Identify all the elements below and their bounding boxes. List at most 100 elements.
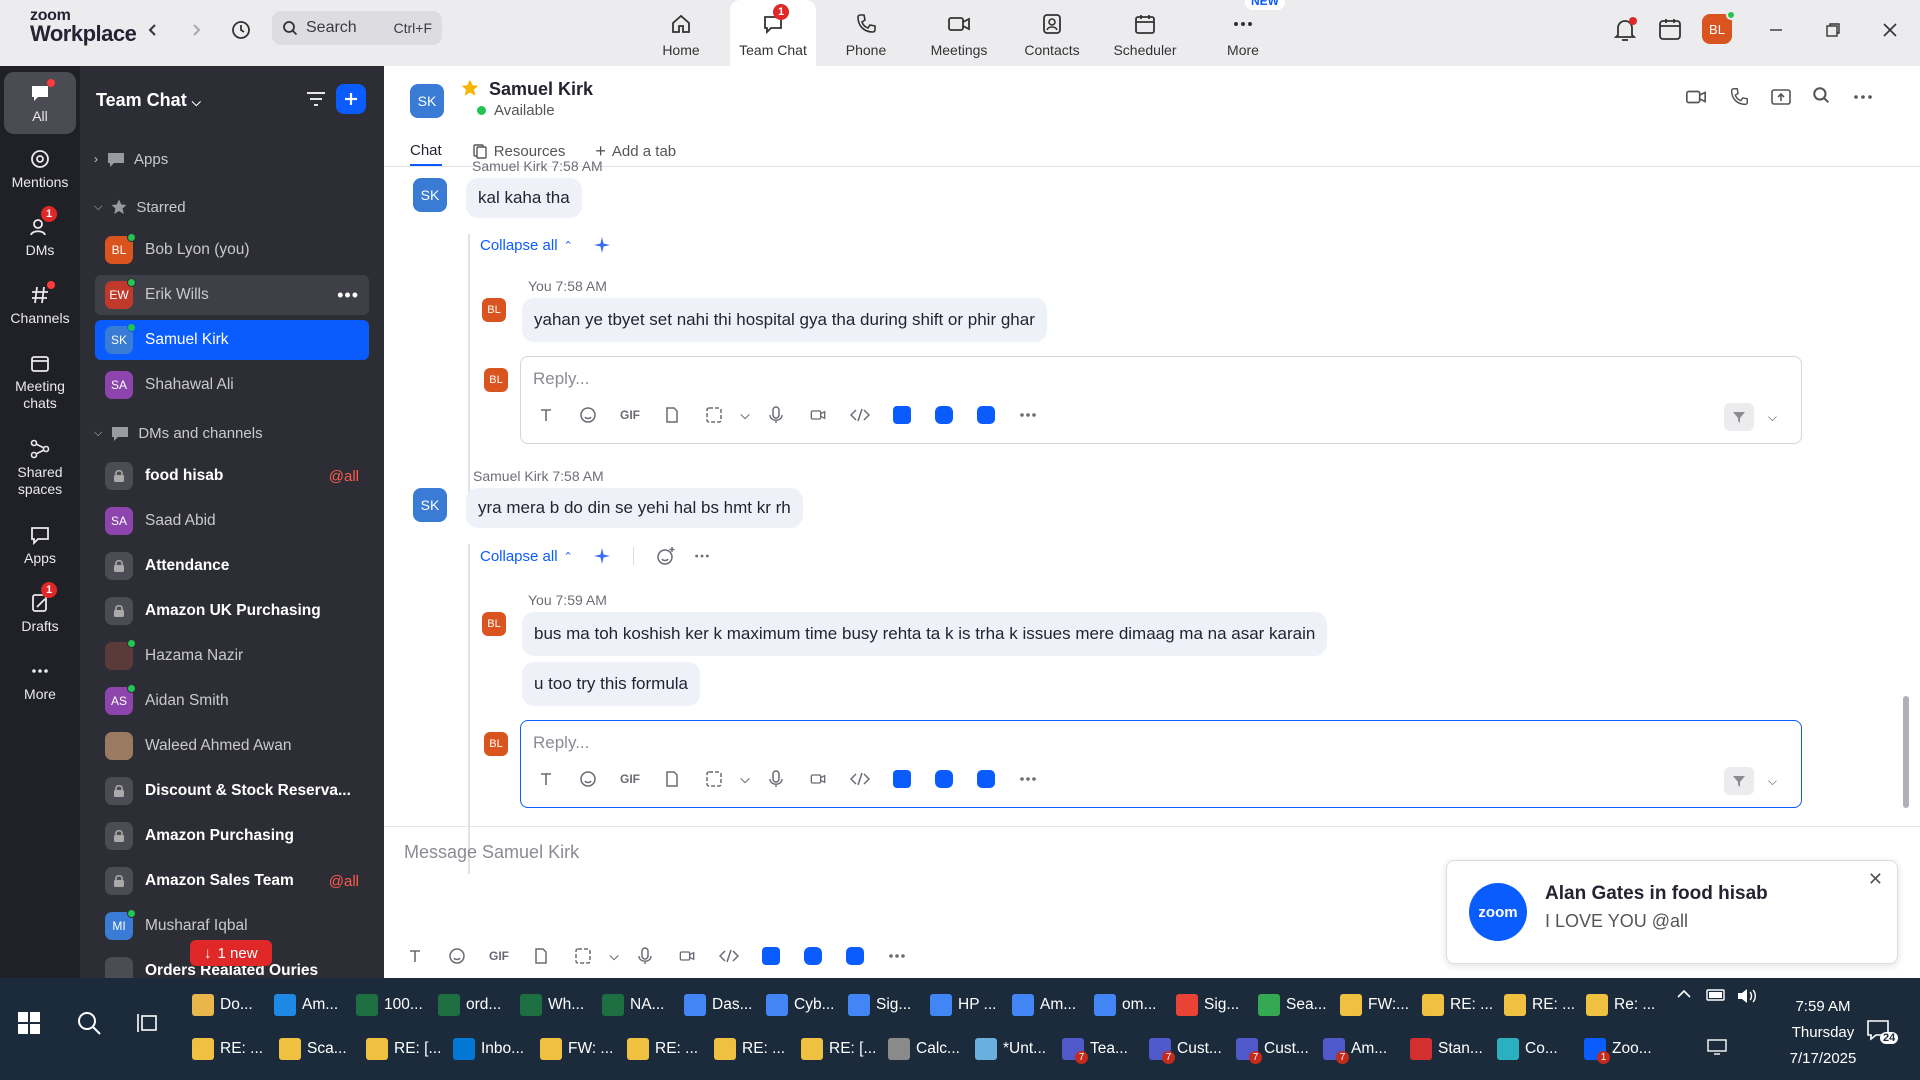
format-text-icon[interactable]: [525, 765, 567, 793]
taskbar-app-button[interactable]: 7 Tea...: [1062, 1032, 1128, 1066]
nav-tab-more[interactable]: NEW More: [1200, 0, 1286, 66]
format-text-icon[interactable]: [394, 942, 436, 970]
sidebar-item-amazon-purchasing[interactable]: Amazon Purchasing: [95, 816, 369, 856]
taskbar-app-button[interactable]: Am...: [1012, 988, 1076, 1022]
history-icon[interactable]: [228, 17, 254, 43]
nav-tab-team-chat[interactable]: 1 Team Chat: [730, 0, 816, 66]
taskbar-app-button[interactable]: Stan...: [1410, 1032, 1483, 1066]
taskbar-app-button[interactable]: FW:...: [1340, 988, 1409, 1022]
sidebar-item-shahawal-ali[interactable]: SA Shahawal Ali: [95, 365, 369, 405]
taskbar-app-button[interactable]: NA...: [602, 988, 664, 1022]
app-icon-1[interactable]: [881, 401, 923, 429]
thread-reply-input-active[interactable]: Reply... GIF ⌵ ⌵: [520, 720, 1802, 808]
send-button[interactable]: [1723, 767, 1754, 795]
taskbar-app-button[interactable]: Re: ...: [1586, 988, 1655, 1022]
sidebar-item-bob-lyon[interactable]: BL Bob Lyon (you): [95, 230, 369, 270]
taskbar-app-button[interactable]: 1 Zoo...: [1584, 1032, 1652, 1066]
rail-mentions[interactable]: Mentions: [4, 148, 76, 191]
contact-avatar[interactable]: SK: [410, 84, 444, 118]
volume-icon[interactable]: [1736, 988, 1758, 1004]
sidebar-item-amazon-sales-team[interactable]: Amazon Sales Team @all: [95, 861, 369, 901]
taskbar-app-button[interactable]: 7 Cust...: [1149, 1032, 1222, 1066]
contact-name[interactable]: Samuel Kirk: [489, 79, 593, 100]
more-options-icon[interactable]: •••: [337, 285, 359, 306]
screenshot-icon[interactable]: [693, 401, 735, 429]
profile-avatar[interactable]: BL: [1702, 10, 1736, 44]
reply-bubble[interactable]: yahan ye tbyet set nahi thi hospital gya…: [522, 298, 1047, 342]
search-chat-icon[interactable]: [1812, 86, 1830, 104]
more-tools-icon[interactable]: [1007, 765, 1049, 793]
chevron-down-icon[interactable]: ⌵: [604, 942, 624, 970]
sidebar-item-waleed-ahmed-awan[interactable]: Waleed Ahmed Awan: [95, 726, 369, 766]
tab-chat[interactable]: Chat: [410, 136, 442, 166]
chevron-down-icon[interactable]: ⌵: [735, 401, 755, 429]
taskbar-app-button[interactable]: Do...: [192, 988, 253, 1022]
back-arrow-icon[interactable]: [140, 17, 166, 43]
taskbar-app-button[interactable]: HP ...: [930, 988, 996, 1022]
message-composer-input[interactable]: Message Samuel Kirk: [404, 842, 579, 863]
file-icon[interactable]: [651, 765, 693, 793]
rail-apps[interactable]: Apps: [4, 524, 76, 567]
emoji-icon[interactable]: [567, 401, 609, 429]
nav-tab-contacts[interactable]: Contacts: [1009, 0, 1095, 66]
restore-icon[interactable]: [1823, 20, 1843, 40]
forward-arrow-icon[interactable]: [183, 17, 209, 43]
taskbar-app-button[interactable]: *Unt...: [975, 1032, 1046, 1066]
app-icon-1[interactable]: [881, 765, 923, 793]
taskbar-app-button[interactable]: RE: [...: [366, 1032, 441, 1066]
taskbar-app-button[interactable]: om...: [1094, 988, 1156, 1022]
rail-drafts[interactable]: 1 Drafts: [4, 582, 76, 635]
code-snippet-icon[interactable]: [839, 401, 881, 429]
reply-bubble[interactable]: bus ma toh koshish ker k maximum time bu…: [522, 612, 1328, 656]
sidebar-item-aidan-smith[interactable]: AS Aidan Smith: [95, 681, 369, 721]
more-tools-icon[interactable]: [876, 942, 918, 970]
battery-icon[interactable]: [1706, 988, 1728, 1002]
sender-avatar[interactable]: SK: [413, 178, 447, 212]
ai-sparkle-icon[interactable]: [593, 547, 611, 565]
share-screen-icon[interactable]: [1770, 86, 1792, 108]
phone-call-icon[interactable]: [1728, 86, 1750, 108]
rail-dms[interactable]: 1 DMs: [4, 206, 76, 259]
video-call-icon[interactable]: [1684, 86, 1708, 108]
taskbar-app-button[interactable]: 7 Am...: [1323, 1032, 1387, 1066]
rail-meeting-chats[interactable]: Meeting chats: [4, 352, 76, 412]
emoji-icon[interactable]: [567, 765, 609, 793]
search-input[interactable]: Search Ctrl+F: [272, 11, 442, 45]
screenshot-icon[interactable]: [562, 942, 604, 970]
windows-start-icon[interactable]: [18, 1012, 40, 1034]
notification-toast[interactable]: zoom Alan Gates in food hisab I LOVE YOU…: [1446, 860, 1898, 964]
app-icon-2[interactable]: [923, 401, 965, 429]
taskbar-app-button[interactable]: 7 Cust...: [1236, 1032, 1309, 1066]
ai-sparkle-icon[interactable]: [593, 236, 611, 254]
taskbar-app-button[interactable]: Sca...: [279, 1032, 347, 1066]
more-options-icon[interactable]: [1852, 86, 1874, 108]
app-icon-3[interactable]: [965, 401, 1007, 429]
taskbar-app-button[interactable]: Sea...: [1258, 988, 1327, 1022]
calendar-today-icon[interactable]: [1657, 16, 1683, 42]
taskbar-app-button[interactable]: RE: [...: [801, 1032, 876, 1066]
more-tools-icon[interactable]: [1007, 401, 1049, 429]
section-starred[interactable]: ⌵ Starred: [94, 198, 186, 216]
windows-search-icon[interactable]: [76, 1010, 102, 1036]
taskbar-app-button[interactable]: Am...: [274, 988, 338, 1022]
taskbar-app-button[interactable]: RE: ...: [627, 1032, 698, 1066]
video-message-icon[interactable]: [797, 401, 839, 429]
collapse-all-link[interactable]: Collapse all ⌃: [480, 236, 611, 254]
new-chat-button[interactable]: [336, 84, 366, 114]
screenshot-icon[interactable]: [693, 765, 735, 793]
sidebar-item-discount-stock[interactable]: Discount & Stock Reserva...: [95, 771, 369, 811]
add-reaction-icon[interactable]: [656, 546, 676, 566]
rail-channels[interactable]: Channels: [4, 281, 76, 327]
taskbar-app-button[interactable]: ord...: [438, 988, 501, 1022]
sidebar-item-saad-abid[interactable]: SA Saad Abid: [95, 501, 369, 541]
gif-button[interactable]: GIF: [609, 765, 651, 793]
taskbar-app-button[interactable]: Sig...: [848, 988, 911, 1022]
video-message-icon[interactable]: [666, 942, 708, 970]
app-icon-1[interactable]: [750, 942, 792, 970]
rail-shared-spaces[interactable]: Shared spaces: [4, 438, 76, 498]
nav-tab-meetings[interactable]: Meetings: [916, 0, 1002, 66]
app-icon-3[interactable]: [965, 765, 1007, 793]
message-bubble[interactable]: kal kaha tha: [466, 178, 582, 218]
taskbar-app-button[interactable]: Sig...: [1176, 988, 1239, 1022]
filter-icon[interactable]: [304, 88, 328, 110]
